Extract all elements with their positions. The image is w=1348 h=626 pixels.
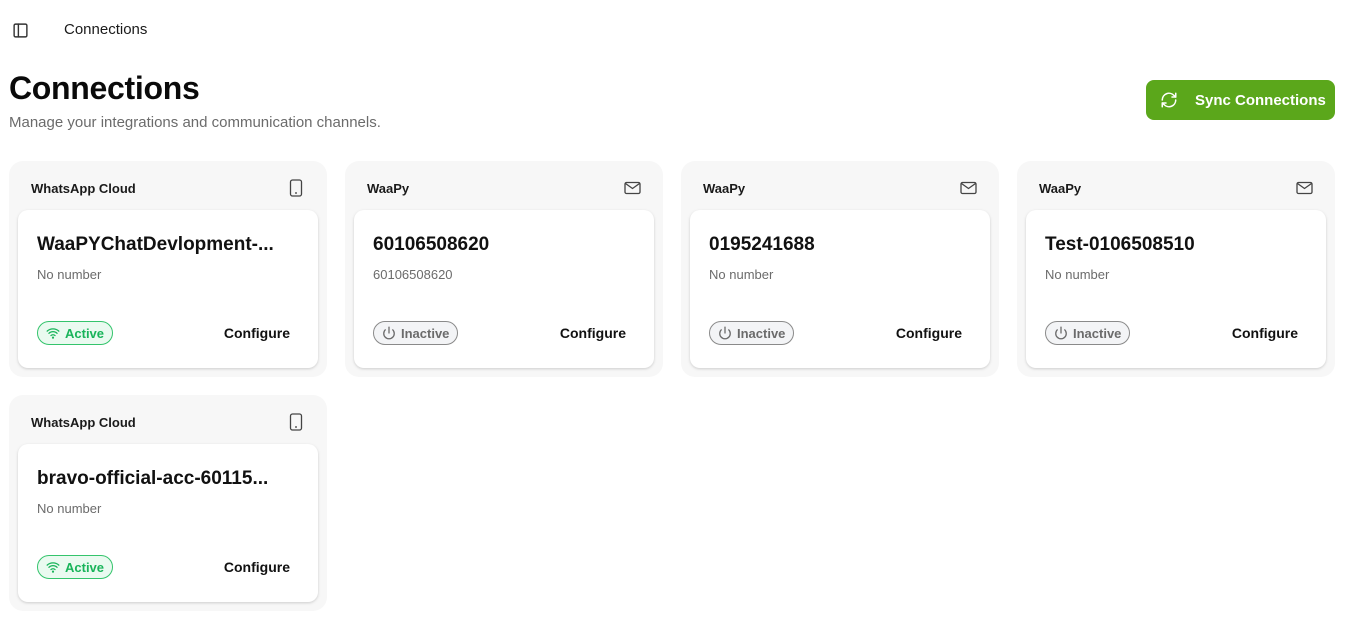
connection-card: WaaPYChatDevlopment-... No number Active… [18, 210, 318, 368]
page-subtitle: Manage your integrations and communicati… [9, 114, 381, 131]
connection-number: No number [37, 501, 102, 516]
connection-number: 60106508620 [373, 267, 453, 282]
status-label: Inactive [737, 325, 786, 341]
breadcrumb: Connections [64, 21, 148, 38]
provider-label: WaaPy [703, 181, 746, 196]
power-icon [1054, 326, 1068, 340]
provider-label: WaaPy [367, 181, 410, 196]
status-label: Inactive [401, 325, 450, 341]
provider-label: WaaPy [1039, 181, 1082, 196]
mail-icon [1295, 179, 1313, 197]
smartphone-icon [287, 179, 305, 197]
connection-number: No number [1045, 267, 1110, 282]
connection-name: 60106508620 [373, 234, 490, 255]
connection-group: WaaPy 60106508620 60106508620 Inactive C… [345, 161, 663, 377]
power-icon [382, 326, 396, 340]
configure-button[interactable]: Configure [224, 559, 290, 575]
status-label: Active [65, 559, 105, 575]
status-badge: Active [37, 321, 114, 345]
connection-card: 0195241688 No number Inactive Configure [690, 210, 990, 368]
connection-group: WhatsApp Cloud bravo-official-acc-60115.… [9, 395, 327, 611]
connection-name: bravo-official-acc-60115... [37, 468, 269, 489]
refresh-icon [1160, 91, 1178, 109]
mail-icon [623, 179, 641, 197]
connection-number: No number [37, 267, 102, 282]
status-badge: Inactive [1045, 321, 1131, 345]
top-bar: Connections [0, 0, 1348, 60]
provider-label: WhatsApp Cloud [31, 181, 136, 196]
provider-label: WhatsApp Cloud [31, 415, 136, 430]
configure-button[interactable]: Configure [560, 325, 626, 341]
status-label: Active [65, 325, 105, 341]
wifi-icon [46, 326, 60, 340]
mail-icon [959, 179, 977, 197]
connection-group: WhatsApp Cloud WaaPYChatDevlopment-... N… [9, 161, 327, 377]
configure-button[interactable]: Configure [224, 325, 290, 341]
connection-name: Test-0106508510 [1045, 234, 1195, 255]
configure-button[interactable]: Configure [1232, 325, 1298, 341]
connection-card: 60106508620 60106508620 Inactive Configu… [354, 210, 654, 368]
connection-group: WaaPy Test-0106508510 No number Inactive… [1017, 161, 1335, 377]
power-icon [718, 326, 732, 340]
connection-name: WaaPYChatDevlopment-... [37, 234, 274, 255]
status-badge: Inactive [373, 321, 459, 345]
sync-connections-button[interactable]: Sync Connections [1146, 80, 1335, 120]
connection-name: 0195241688 [709, 234, 815, 255]
configure-button[interactable]: Configure [896, 325, 962, 341]
status-label: Inactive [1073, 325, 1122, 341]
smartphone-icon [287, 413, 305, 431]
sidebar-toggle-icon[interactable] [10, 20, 30, 40]
wifi-icon [46, 560, 60, 574]
page-title: Connections [9, 70, 200, 106]
connection-card: bravo-official-acc-60115... No number Ac… [18, 444, 318, 602]
connection-number: No number [709, 267, 774, 282]
connection-card: Test-0106508510 No number Inactive Confi… [1026, 210, 1326, 368]
status-badge: Active [37, 555, 114, 579]
sync-connections-label: Sync Connections [1195, 91, 1326, 109]
connection-group: WaaPy 0195241688 No number Inactive Conf… [681, 161, 999, 377]
status-badge: Inactive [709, 321, 795, 345]
